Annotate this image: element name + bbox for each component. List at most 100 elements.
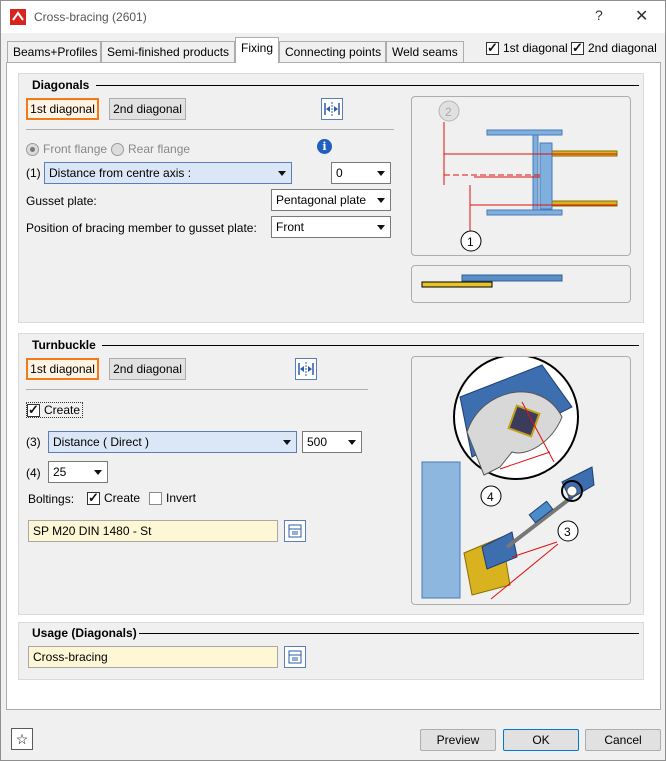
usage-catalog-button[interactable]: [284, 646, 306, 668]
param1-label: (1): [26, 166, 41, 180]
diagonals-second-diagonal-button[interactable]: 2nd diagonal: [109, 98, 186, 120]
tab-label: Weld seams: [392, 45, 458, 59]
mirror-icon: [298, 362, 314, 376]
distance-mode-combo[interactable]: Distance from centre axis :: [44, 162, 292, 184]
tab-weld-seams[interactable]: Weld seams: [386, 41, 464, 63]
distance-value-combo[interactable]: 0: [331, 162, 391, 184]
boltings-invert-label: Invert: [166, 491, 197, 505]
boltings-label: Boltings:: [28, 492, 75, 506]
turnbuckle-create-label: Create: [44, 403, 81, 417]
callout-3: 3: [564, 525, 571, 539]
boltings-create-checkbox[interactable]: [87, 490, 100, 506]
boltings-invert-toggle[interactable]: Invert: [149, 491, 196, 505]
bolt-specification-field[interactable]: SP M20 DIN 1480 - St: [28, 520, 278, 542]
tab-label: Connecting points: [285, 45, 382, 59]
gusset-position-illustration: [421, 274, 563, 288]
first-diagonal-label: 1st diagonal: [503, 41, 568, 55]
usage-title-rule: [139, 633, 639, 634]
chevron-down-icon: [278, 171, 286, 176]
combo-value: Distance from centre axis :: [49, 166, 192, 180]
star-icon: ☆: [15, 731, 29, 747]
second-diagonal-label: 2nd diagonal: [588, 41, 657, 55]
chevron-down-icon: [283, 440, 291, 445]
usage-title: Usage (Diagonals): [32, 626, 137, 640]
preview-button[interactable]: Preview: [420, 729, 496, 751]
chevron-down-icon: [377, 171, 385, 176]
gusset-plate-combo[interactable]: Pentagonal plate: [271, 189, 391, 211]
button-label: 1st diagonal: [30, 102, 95, 116]
boltings-create-toggle[interactable]: Create: [87, 490, 141, 506]
button-label: 1st diagonal: [30, 362, 95, 376]
front-flange-radio-dot[interactable]: [26, 142, 39, 156]
chevron-down-icon: [377, 198, 385, 203]
help-button[interactable]: ?: [595, 7, 603, 23]
rear-flange-label: Rear flange: [128, 142, 191, 156]
tab-beams-profiles[interactable]: Beams+Profiles: [7, 41, 101, 63]
bolt-catalog-button[interactable]: [284, 520, 306, 542]
turnbuckle-title: Turnbuckle: [32, 338, 96, 352]
ok-button[interactable]: OK: [503, 729, 579, 751]
info-icon[interactable]: i: [317, 139, 332, 154]
mirror-icon: [324, 102, 340, 116]
window-title: Cross-bracing (2601): [34, 10, 147, 24]
cancel-button[interactable]: Cancel: [585, 729, 661, 751]
tab-connecting-points[interactable]: Connecting points: [279, 41, 386, 63]
close-button[interactable]: ✕: [635, 6, 648, 26]
second-diagonal-toggle[interactable]: 2nd diagonal: [571, 40, 657, 56]
gusset-plate-label: Gusset plate:: [26, 194, 97, 208]
turnbuckle-distance-value-combo[interactable]: 500: [302, 431, 362, 453]
usage-field[interactable]: Cross-bracing: [28, 646, 278, 668]
button-label: Cancel: [604, 733, 642, 747]
param3-label: (3): [26, 435, 41, 449]
turnbuckle-title-rule: [102, 345, 639, 346]
turnbuckle-mirror-button[interactable]: [295, 358, 317, 380]
turnbuckle-create-checkbox[interactable]: [27, 402, 40, 418]
rear-flange-radio-dot[interactable]: [111, 142, 124, 156]
chevron-down-icon: [94, 470, 102, 475]
chevron-down-icon: [348, 440, 356, 445]
second-diagonal-checkbox[interactable]: [571, 40, 584, 56]
gusset-position-diagram: [411, 265, 631, 303]
front-flange-label: Front flange: [43, 142, 108, 156]
combo-value: Distance ( Direct ): [53, 435, 150, 449]
callout-2: 2: [445, 105, 452, 119]
combo-value: Front: [276, 220, 305, 234]
diagonals-diagram: 2 1: [411, 96, 631, 256]
catalog-icon: [288, 524, 302, 538]
turnbuckle-create-toggle[interactable]: Create: [26, 402, 84, 418]
tab-fixing[interactable]: Fixing: [235, 37, 279, 63]
app-icon: [10, 9, 26, 25]
turnbuckle-second-diagonal-button[interactable]: 2nd diagonal: [109, 358, 186, 380]
param4-label: (4): [26, 466, 41, 480]
diagonals-title: Diagonals: [32, 78, 90, 92]
callout-1: 1: [467, 235, 474, 249]
tab-label: Beams+Profiles: [13, 45, 98, 59]
boltings-invert-checkbox[interactable]: [149, 491, 162, 505]
turnbuckle-diagram: 4 3: [411, 354, 631, 605]
combo-value: 500: [307, 435, 328, 449]
turnbuckle-first-diagonal-button[interactable]: 1st diagonal: [26, 358, 99, 380]
diagonals-mirror-button[interactable]: [321, 98, 343, 120]
button-label: 2nd diagonal: [113, 362, 182, 376]
diagonals-title-rule: [96, 85, 639, 86]
title-bar: Cross-bracing (2601) ? ✕: [1, 1, 665, 33]
favorites-button[interactable]: ☆: [11, 728, 33, 750]
diagonals-first-diagonal-button[interactable]: 1st diagonal: [26, 98, 99, 120]
button-label: OK: [532, 733, 550, 747]
boltings-create-label: Create: [104, 491, 141, 505]
first-diagonal-checkbox[interactable]: [486, 40, 499, 56]
combo-value: 0: [336, 166, 343, 180]
turnbuckle-illustration: 4 3: [421, 354, 595, 600]
button-label: Preview: [436, 733, 480, 747]
position-combo[interactable]: Front: [271, 216, 391, 238]
chevron-down-icon: [377, 225, 385, 230]
tab-semi-finished-products[interactable]: Semi-finished products: [101, 41, 235, 63]
turnbuckle-distance-mode-combo[interactable]: Distance ( Direct ): [48, 431, 297, 453]
combo-value: Pentagonal plate: [276, 193, 367, 207]
turnbuckle-param4-combo[interactable]: 25: [48, 461, 108, 483]
first-diagonal-toggle[interactable]: 1st diagonal: [486, 40, 568, 56]
front-flange-radio[interactable]: Front flange: [26, 142, 107, 156]
catalog-icon: [288, 650, 302, 664]
beam-section-illustration: 2 1: [438, 100, 618, 252]
rear-flange-radio[interactable]: Rear flange: [111, 142, 190, 156]
